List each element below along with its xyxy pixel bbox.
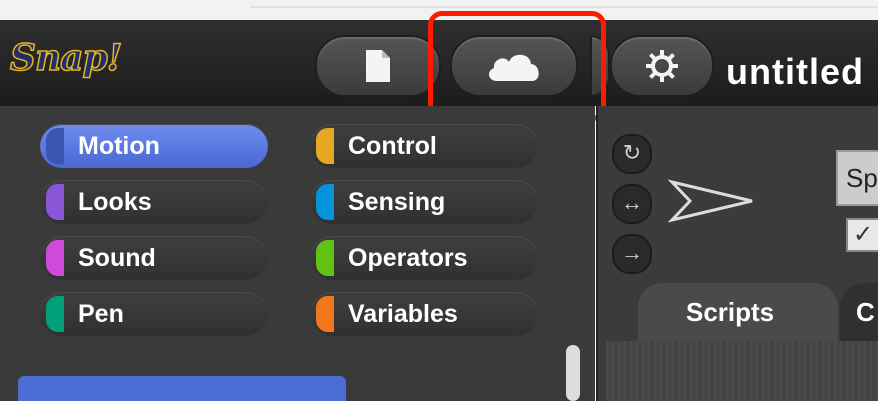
tab-costumes[interactable]: C [840,283,878,341]
category-sensing[interactable]: Sensing [310,180,538,224]
rotation-style-rotate-button[interactable]: ↻ [612,134,652,174]
draggable-checkbox[interactable]: ✓ [846,218,878,252]
gear-icon [646,50,678,82]
category-label: Looks [78,188,152,216]
category-color-stripe [46,128,64,164]
rotate-icon: ↻ [622,140,642,165]
category-label: Operators [348,244,468,272]
settings-button[interactable] [610,35,714,97]
scripts-area[interactable] [606,341,878,401]
project-title: untitled [726,51,864,92]
category-label: Variables [348,300,458,328]
category-color-stripe [316,296,334,332]
category-color-stripe [46,296,64,332]
category-variables[interactable]: Variables [310,292,538,336]
category-label: Motion [78,132,160,160]
motion-block-partial[interactable] [18,376,346,401]
category-color-stripe [46,240,64,276]
left-right-icon: ↔ [621,190,643,215]
category-label: Control [348,132,437,160]
tab-label: Scripts [686,297,775,327]
category-color-stripe [316,128,334,164]
snap-logo[interactable]: Snap! [9,30,150,86]
rotation-style-flip-button[interactable]: ↔ [612,184,652,224]
panel-divider[interactable] [596,106,598,401]
new-project-button[interactable] [315,35,441,97]
category-label: Pen [78,300,124,328]
category-operators[interactable]: Operators [310,236,538,280]
category-pen[interactable]: Pen [40,292,268,336]
category-looks[interactable]: Looks [40,180,268,224]
sprite-name-field[interactable]: Sp [836,150,878,206]
category-motion[interactable]: Motion [40,124,268,168]
file-icon [366,50,390,82]
tab-scripts[interactable]: Scripts [638,283,838,341]
category-control[interactable]: Control [310,124,538,168]
category-label: Sensing [348,188,446,216]
rotation-style-none-button[interactable]: → [612,234,652,274]
category-label: Sound [78,244,156,272]
cloud-button-highlight [428,11,606,121]
tab-label: C [856,297,875,327]
palette-scrollbar[interactable] [566,345,580,401]
category-color-stripe [46,184,64,220]
category-color-stripe [316,184,334,220]
category-color-stripe [316,240,334,276]
right-arrow-icon: → [621,240,643,265]
top-strip-line [250,6,878,8]
sprite-turtle-icon [668,179,753,223]
category-sound[interactable]: Sound [40,236,268,280]
